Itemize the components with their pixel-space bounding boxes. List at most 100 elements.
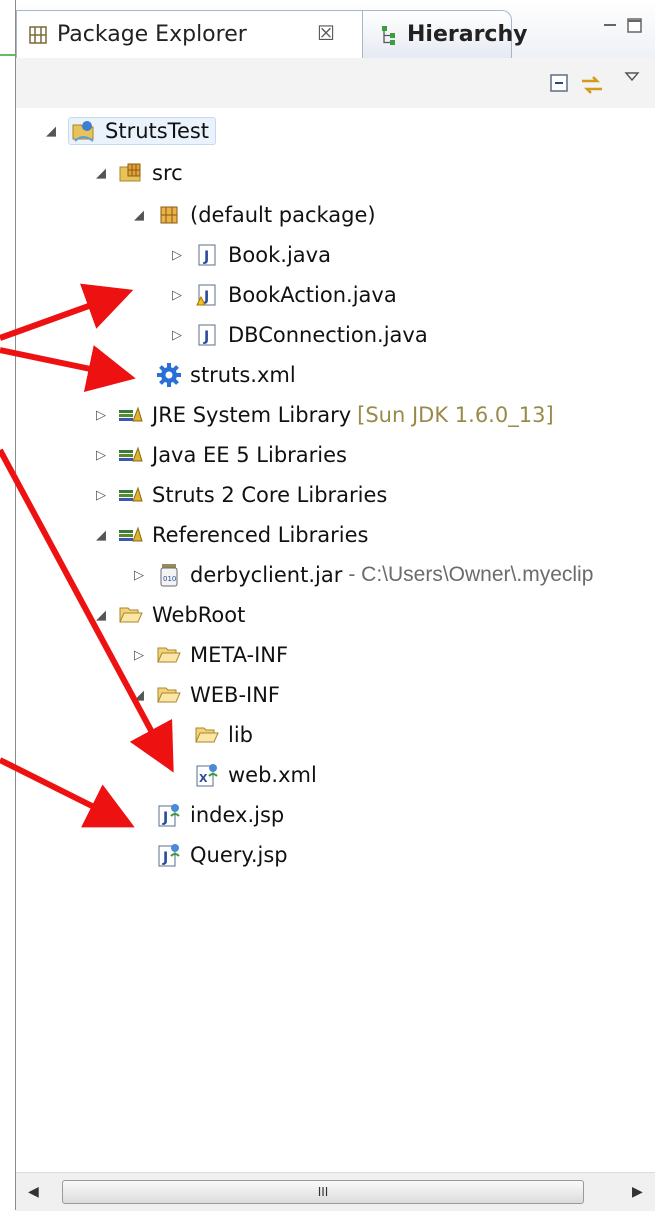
tree-item-web-inf[interactable]: ◢ WEB-INF [130,676,280,714]
collapsed-twisty-icon[interactable]: ▷ [130,646,148,664]
java-file-icon: J [194,242,220,268]
screenshot: Package Explorer ☒ Hierarchy ◢ StrutsTes… [0,0,655,1211]
package-icon [156,202,182,228]
tree-item-referenced-libraries[interactable]: ◢ Referenced Libraries [92,516,368,554]
open-folder-icon [156,682,182,708]
library-icon [118,522,144,548]
view-toolbar [16,58,655,108]
close-tab-icon[interactable]: ☒ [317,21,335,45]
maximize-icon[interactable] [626,16,644,40]
tree-item-jre-library[interactable]: ▷ JRE System Library [Sun JDK 1.6.0_13] [92,396,554,434]
tree-item-struts-core-library[interactable]: ▷ Struts 2 Core Libraries [92,476,387,514]
svg-text:010: 010 [163,575,176,583]
library-icon [118,442,144,468]
svg-text:J: J [162,810,168,826]
collapsed-twisty-icon[interactable]: ▷ [92,486,110,504]
jsp-file-icon: J [156,802,182,828]
open-folder-icon [118,602,144,628]
tree-item-index-jsp[interactable]: J index.jsp [156,796,284,834]
view-menu-icon[interactable] [624,68,640,87]
svg-text:J: J [162,850,168,866]
accent-line [0,54,15,56]
tab-package-explorer-label: Package Explorer [57,22,247,47]
dbconnection-java-label: DBConnection.java [228,323,428,347]
referenced-libs-label: Referenced Libraries [152,523,369,547]
java-file-warning-icon: J [194,282,220,308]
svg-text:X: X [199,772,208,785]
struts-xml-label: struts.xml [190,363,296,387]
minimize-icon[interactable] [602,16,618,40]
collapsed-twisty-icon[interactable]: ▷ [130,566,148,584]
meta-inf-label: META-INF [190,643,289,667]
tree-item-web-xml[interactable]: X web.xml [194,756,317,794]
tree-item-book-java[interactable]: ▷ J Book.java [168,236,331,274]
java-file-icon: J [194,322,220,348]
collapsed-twisty-icon[interactable]: ▷ [92,406,110,424]
tree-item-dbconnection-java[interactable]: ▷ J DBConnection.java [168,316,428,354]
library-icon [118,482,144,508]
web-xml-label: web.xml [228,763,317,787]
tree-item-query-jsp[interactable]: J Query.jsp [156,836,288,874]
collapsed-twisty-icon[interactable]: ▷ [168,326,186,344]
tab-hierarchy[interactable]: Hierarchy [362,10,527,58]
default-package-label: (default package) [190,203,376,227]
src-label: src [152,161,183,185]
collapse-all-icon[interactable] [548,72,570,98]
tree-item-bookaction-java[interactable]: ▷ J BookAction.java [168,276,397,314]
tree-item-webroot[interactable]: ◢ WebRoot [92,596,245,634]
tree-item-struts-xml[interactable]: struts.xml [156,356,296,394]
collapsed-twisty-icon[interactable]: ▷ [168,246,186,264]
javaee-label: Java EE 5 Libraries [152,443,347,467]
project-name: StrutsTest [105,119,210,143]
scroll-thumb[interactable]: III [62,1180,584,1204]
library-icon [118,402,144,428]
tree-item-derbyclient-jar[interactable]: ▷ 010 derbyclient.jar - C:\Users\Owner\.… [130,556,593,594]
package-explorer-view: Package Explorer ☒ Hierarchy ◢ StrutsTes… [15,0,655,1211]
svg-text:J: J [203,249,209,265]
xml-file-icon: X [194,762,220,788]
expanded-twisty-icon[interactable]: ◢ [92,164,110,182]
jre-decoration: [Sun JDK 1.6.0_13] [357,403,554,427]
jsp-file-icon: J [156,842,182,868]
query-jsp-label: Query.jsp [190,843,288,867]
collapsed-twisty-icon[interactable]: ▷ [168,286,186,304]
tree-item-project[interactable]: ◢ StrutsTest [42,112,217,150]
struts-config-gear-icon [156,362,182,388]
jre-label: JRE System Library [152,403,352,427]
open-folder-icon [194,722,220,748]
source-folder-icon [118,160,144,186]
bookaction-java-label: BookAction.java [228,283,397,307]
expanded-twisty-icon[interactable]: ◢ [92,606,110,624]
book-java-label: Book.java [228,243,331,267]
webroot-label: WebRoot [152,603,246,627]
web-inf-label: WEB-INF [190,683,280,707]
tree-item-lib[interactable]: lib [194,716,253,754]
horizontal-scrollbar[interactable]: ◀ III ▶ [16,1172,655,1211]
lib-label: lib [228,723,253,747]
tree-item-meta-inf[interactable]: ▷ META-INF [130,636,288,674]
jar-icon: 010 [156,562,182,588]
scroll-thumb-grip: III [317,1185,329,1199]
scroll-right-icon[interactable]: ▶ [632,1184,643,1200]
tab-package-explorer[interactable]: Package Explorer ☒ [16,10,376,58]
hierarchy-icon [379,24,399,46]
expanded-twisty-icon[interactable]: ◢ [130,686,148,704]
collapsed-twisty-icon[interactable]: ▷ [92,446,110,464]
derby-jar-label: derbyclient.jar [190,563,343,587]
link-with-editor-icon[interactable] [579,72,605,102]
tree-item-src[interactable]: ◢ src [92,154,183,192]
tab-hierarchy-label: Hierarchy [407,22,528,47]
expanded-twisty-icon[interactable]: ◢ [130,206,148,224]
expanded-twisty-icon[interactable]: ◢ [42,122,60,140]
derby-jar-path: - C:\Users\Owner\.myeclip [348,563,594,586]
index-jsp-label: index.jsp [190,803,285,827]
tab-bar: Package Explorer ☒ Hierarchy [16,0,655,59]
svg-text:J: J [203,329,209,345]
expanded-twisty-icon[interactable]: ◢ [92,526,110,544]
tree-item-javaee-library[interactable]: ▷ Java EE 5 Libraries [92,436,347,474]
package-explorer-icon [27,24,49,46]
struts-core-label: Struts 2 Core Libraries [152,483,388,507]
tree-item-default-package[interactable]: ◢ (default package) [130,196,376,234]
scroll-left-icon[interactable]: ◀ [28,1184,39,1200]
java-project-icon [71,118,97,144]
